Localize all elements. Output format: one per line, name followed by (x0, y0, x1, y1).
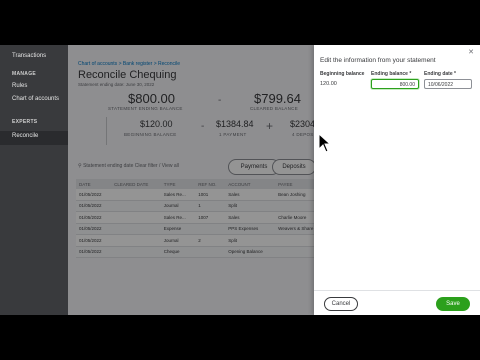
ending-date-field[interactable]: 10/06/2022 (424, 79, 472, 89)
nav-section-manage: MANAGE (12, 71, 37, 77)
ending-balance-label: Ending balance * (371, 71, 412, 77)
drawer-footer: Cancel Save (314, 290, 480, 315)
nav-item-transactions[interactable]: Transactions (12, 53, 46, 59)
ending-date-label: Ending date * (424, 71, 456, 77)
cancel-button[interactable]: Cancel (324, 297, 358, 311)
nav-item-reconcile[interactable]: Reconcile (12, 133, 38, 139)
ending-balance-field[interactable]: 800.00 (371, 79, 419, 89)
beginning-balance-value: 120.00 (320, 81, 337, 87)
edit-statement-drawer: ✕ Edit the information from your stateme… (314, 45, 480, 315)
app-screen: Transactions MANAGE Rules Chart of accou… (0, 45, 480, 315)
drawer-heading: Edit the information from your statement (320, 57, 436, 64)
beginning-balance-label: Beginning balance (320, 71, 365, 77)
nav-item-rules[interactable]: Rules (12, 83, 27, 89)
save-button[interactable]: Save (436, 297, 470, 311)
left-navigation: Transactions MANAGE Rules Chart of accou… (0, 45, 68, 315)
nav-section-experts: EXPERTS (12, 119, 38, 125)
mouse-pointer-icon (318, 133, 332, 153)
close-icon[interactable]: ✕ (468, 48, 474, 56)
nav-item-chart-of-accounts[interactable]: Chart of accounts (12, 96, 59, 102)
